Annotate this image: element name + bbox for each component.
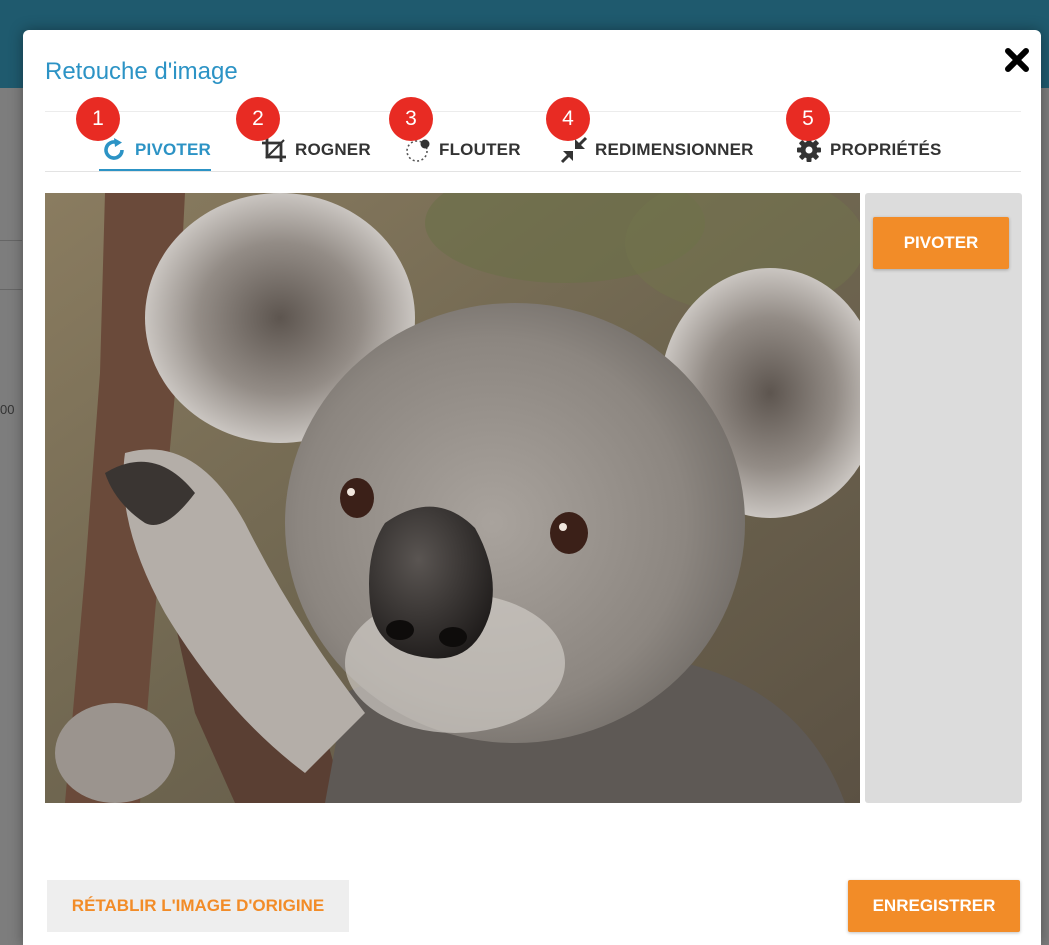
tab-rogner[interactable]: ROGNER (259, 128, 371, 172)
background-field (0, 240, 22, 290)
tab-label: FLOUTER (439, 140, 521, 159)
step-badge-1: 1 (76, 97, 120, 141)
image-editor-modal: Retouche d'image PIVOTER ROGNER FLOUTER … (23, 30, 1041, 945)
reset-original-image-button[interactable]: RÉTABLIR L'IMAGE D'ORIGINE (47, 880, 349, 932)
tab-redimensionner[interactable]: REDIMENSIONNER (559, 128, 754, 172)
tab-label: PROPRIÉTÉS (830, 140, 942, 159)
step-badge-4: 4 (546, 97, 590, 141)
koala-photo (45, 193, 860, 803)
close-x-icon (1005, 48, 1029, 72)
tab-label: REDIMENSIONNER (595, 140, 754, 159)
tool-options-panel: PIVOTER (865, 193, 1022, 803)
background-partial-text: 00 (0, 402, 15, 417)
step-badge-2: 2 (236, 97, 280, 141)
tab-pivoter[interactable]: PIVOTER (99, 128, 212, 172)
step-badge-3: 3 (389, 97, 433, 141)
image-preview[interactable] (45, 193, 860, 803)
tabs-divider-bottom (45, 171, 1021, 172)
tab-label: ROGNER (295, 140, 371, 159)
save-button[interactable]: ENREGISTRER (848, 880, 1020, 932)
close-button[interactable] (1003, 46, 1031, 74)
tabs-divider-top (45, 111, 1021, 112)
modal-title: Retouche d'image (45, 58, 238, 85)
tab-label: PIVOTER (135, 140, 212, 159)
rotate-button[interactable]: PIVOTER (873, 217, 1009, 269)
step-badge-5: 5 (786, 97, 830, 141)
